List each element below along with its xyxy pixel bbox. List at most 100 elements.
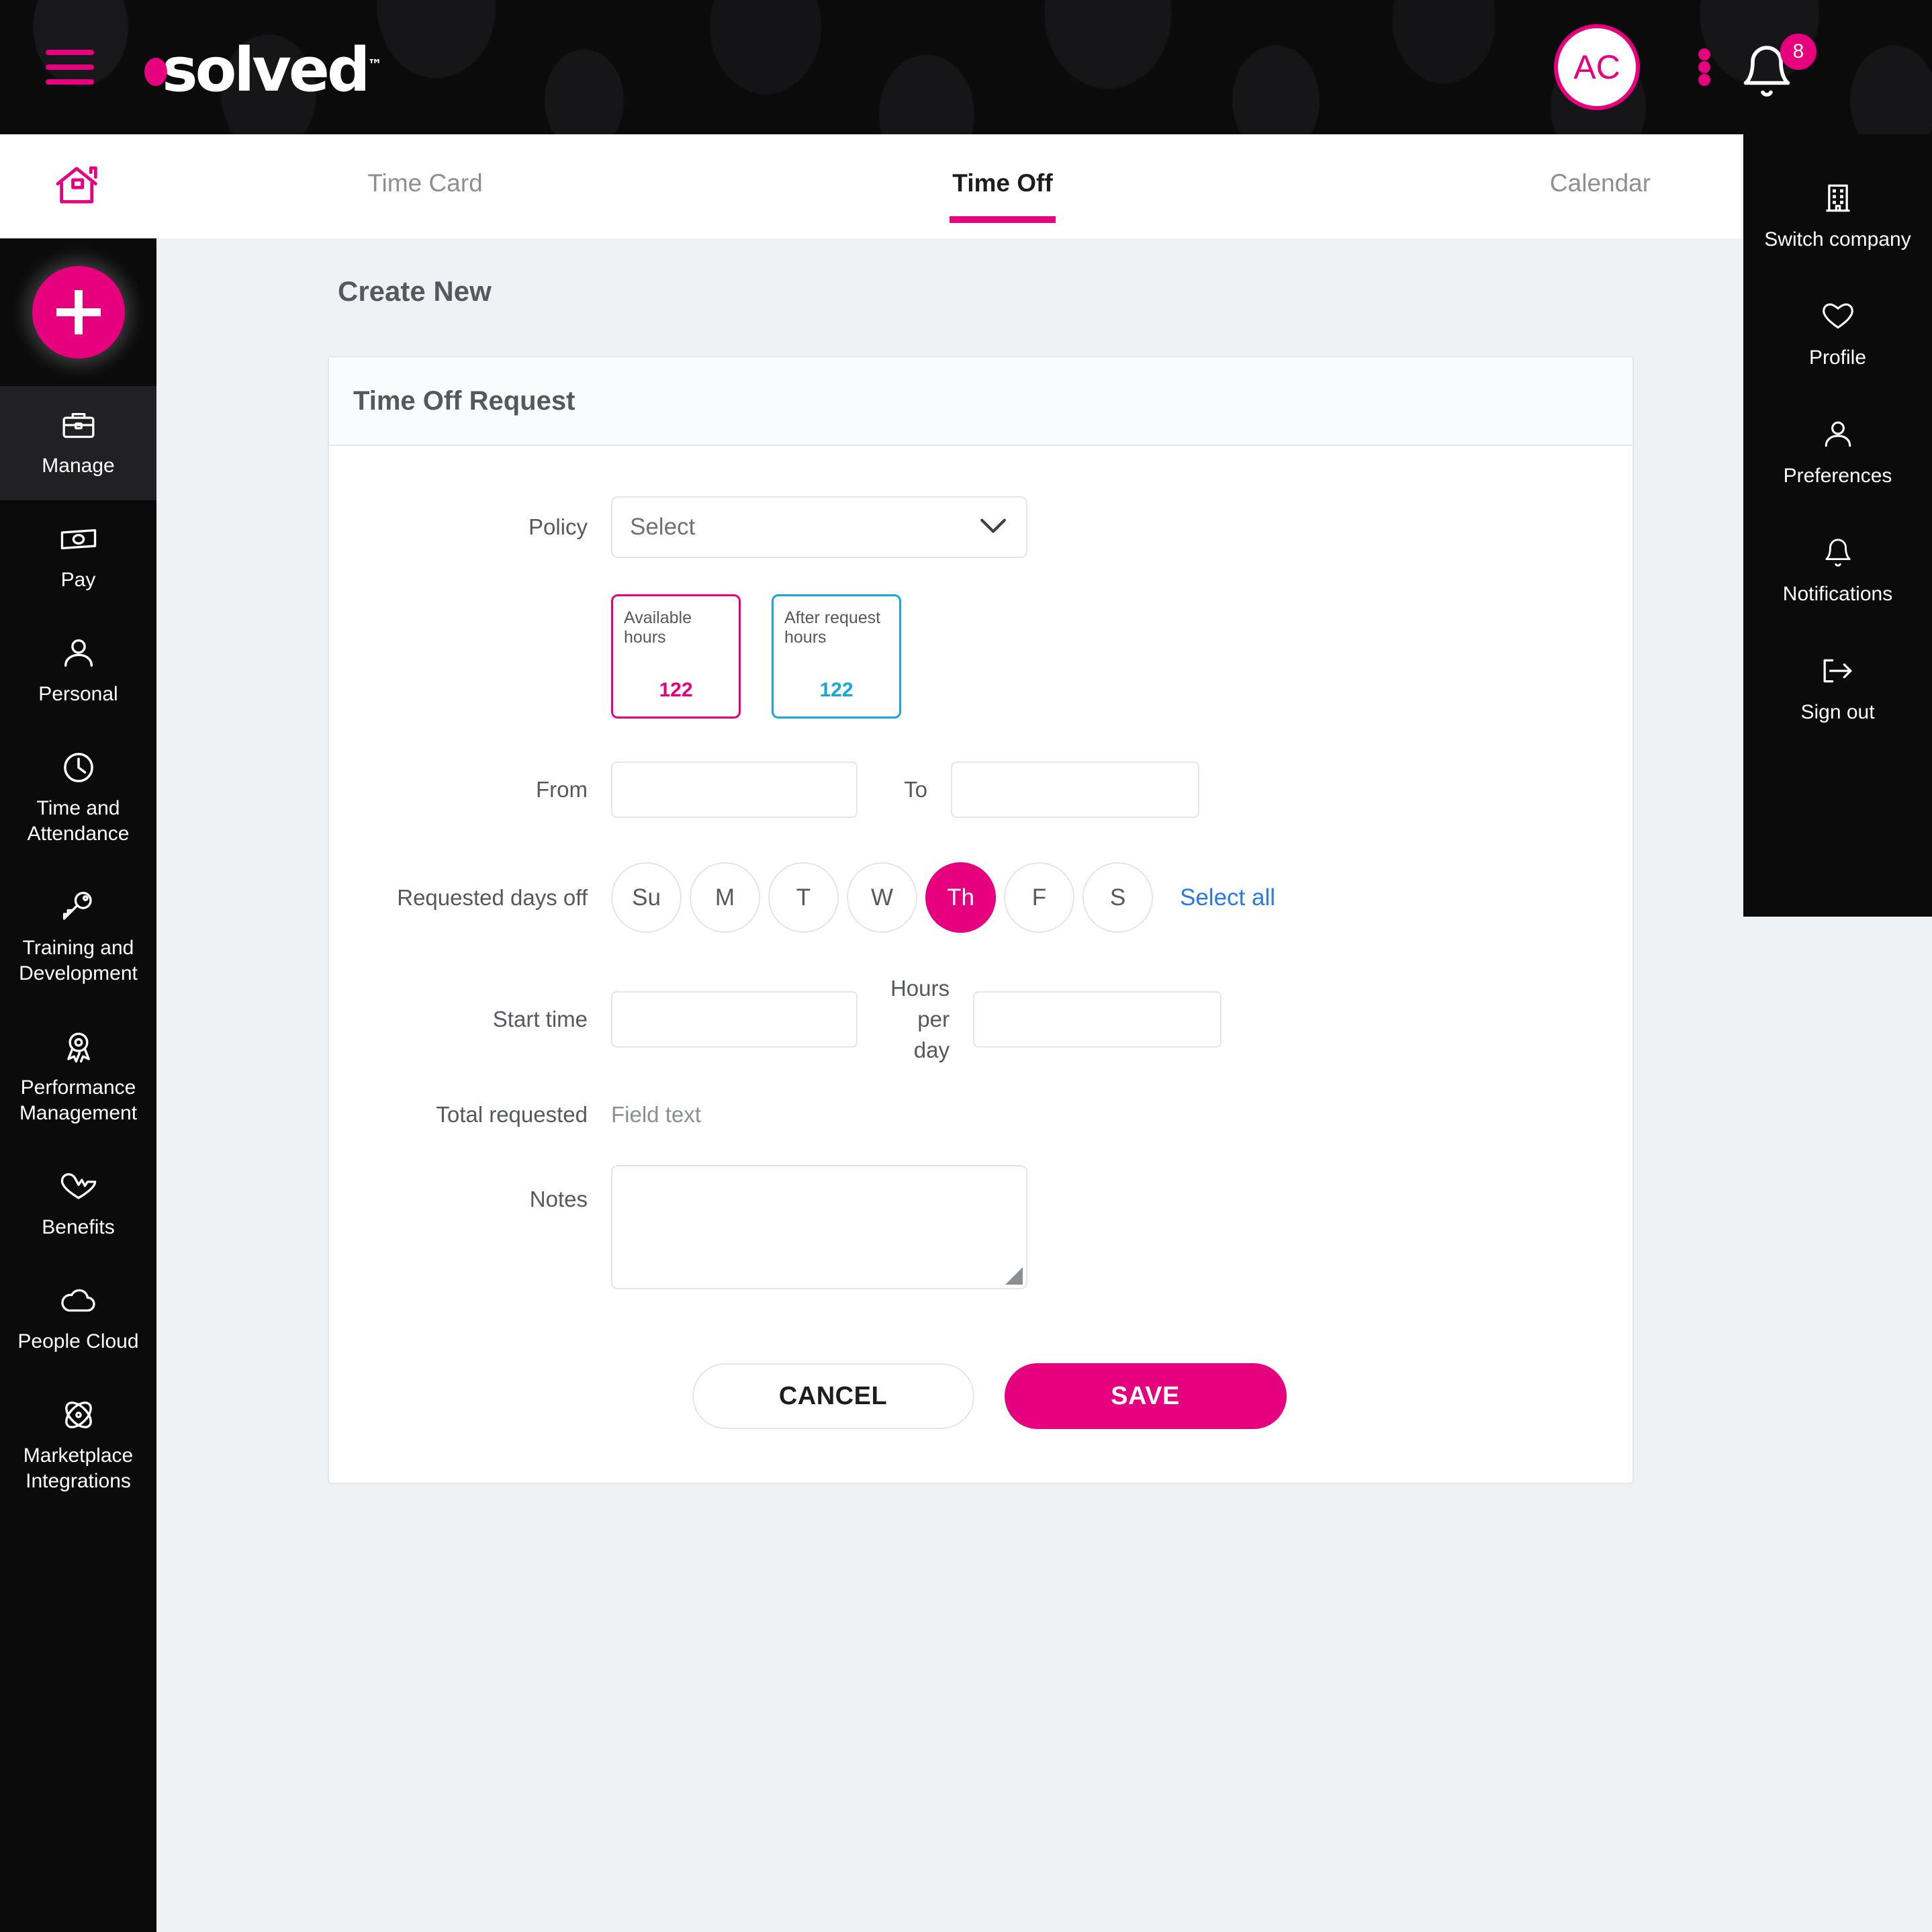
award-ribbon-icon — [60, 1028, 97, 1066]
from-label: From — [536, 777, 588, 802]
menu-item-profile[interactable]: Profile — [1743, 300, 1932, 369]
tab-time-card[interactable]: Time Card — [237, 169, 613, 204]
day-label: F — [1031, 884, 1047, 911]
after-request-hours-label: After request hours — [784, 608, 881, 647]
building-icon — [1823, 181, 1853, 215]
avatar-initials: AC — [1573, 48, 1620, 86]
menu-item-label: Preferences — [1783, 465, 1892, 487]
tab-calendar[interactable]: Calendar — [1412, 169, 1788, 204]
policy-label: Policy — [528, 514, 588, 539]
time-and-hours-row: Start time Hours per day — [329, 973, 1632, 1066]
form-actions: CANCEL SAVE — [329, 1363, 1632, 1429]
sidebar-item-marketplace-integrations[interactable]: Marketplace Integrations — [0, 1376, 156, 1516]
from-date-input[interactable] — [611, 762, 858, 818]
profile-dropdown-menu: Switch company Profile Preferences Notif… — [1743, 134, 1932, 917]
hours-per-day-input[interactable] — [973, 991, 1222, 1048]
sidebar-item-label: Manage — [42, 455, 115, 477]
money-icon — [59, 520, 98, 558]
sidebar-item-time-and-attendance[interactable]: Time and Attendance — [0, 729, 156, 868]
policy-selected-value: Select — [630, 514, 696, 540]
sign-out-icon — [1821, 654, 1855, 688]
policy-select[interactable]: Select — [611, 496, 1027, 558]
key-icon — [60, 888, 97, 926]
notes-label: Notes — [529, 1187, 588, 1211]
more-vertical-icon[interactable] — [1698, 48, 1710, 86]
bell-icon[interactable]: 8 — [1739, 34, 1816, 99]
app-root: solved™ AC 8 Manage Pay Personal Time an… — [0, 0, 1932, 1932]
day-toggle-m[interactable]: M — [690, 862, 760, 933]
tab-bar: Time Card Time Off Calendar — [156, 134, 1932, 238]
sidebar-add-section — [0, 238, 156, 386]
logo-wordmark: solved — [162, 35, 370, 105]
page-title: Create New — [338, 275, 492, 307]
save-button[interactable]: SAVE — [1004, 1363, 1287, 1429]
day-toggle-f[interactable]: F — [1004, 862, 1074, 933]
start-time-input[interactable] — [611, 991, 858, 1048]
hamburger-menu-icon[interactable] — [46, 50, 94, 85]
day-label: Su — [632, 884, 661, 911]
sidebar-home-button[interactable] — [0, 134, 156, 238]
tab-label: Calendar — [1549, 169, 1651, 197]
add-button[interactable] — [32, 266, 125, 359]
sidebar-item-benefits[interactable]: Benefits — [0, 1148, 156, 1262]
notification-badge: 8 — [1780, 34, 1816, 70]
logo-text: solved™ — [162, 34, 382, 105]
sidebar-item-manage[interactable]: Manage — [0, 386, 156, 500]
day-label: S — [1109, 884, 1126, 911]
atom-icon — [60, 1396, 97, 1434]
menu-item-label: Profile — [1808, 347, 1867, 369]
sidebar-item-personal[interactable]: Personal — [0, 614, 156, 729]
cancel-button[interactable]: CANCEL — [692, 1363, 974, 1429]
isolved-logo[interactable]: solved™ — [144, 34, 382, 105]
sidebar-item-label: Training and Development — [19, 937, 138, 984]
menu-item-sign-out[interactable]: Sign out — [1743, 654, 1932, 724]
resize-handle-icon[interactable] — [1005, 1267, 1023, 1285]
total-requested-value: Field text — [611, 1102, 701, 1127]
policy-row: Policy Select — [329, 496, 1632, 558]
to-label: To — [904, 777, 927, 802]
sidebar-item-pay[interactable]: Pay — [0, 500, 156, 614]
top-header: solved™ AC 8 — [0, 0, 1932, 134]
bell-icon — [1823, 536, 1853, 569]
notes-textarea[interactable] — [612, 1166, 1026, 1288]
menu-item-label: Sign out — [1800, 701, 1875, 723]
sidebar-item-performance-management[interactable]: Performance Management — [0, 1008, 156, 1148]
day-label: T — [796, 884, 811, 911]
total-requested-row: Total requested Field text — [329, 1099, 1632, 1130]
day-toggle-su[interactable]: Su — [611, 862, 682, 933]
day-label: M — [715, 884, 735, 911]
briefcase-icon — [60, 406, 97, 444]
avatar[interactable]: AC — [1554, 24, 1640, 110]
after-request-hours-value: 122 — [819, 679, 854, 701]
sidebar-item-label: Pay — [60, 569, 96, 591]
day-toggle-s[interactable]: S — [1083, 862, 1153, 933]
day-toggle-th[interactable]: Th — [925, 862, 996, 933]
tab-time-off[interactable]: Time Off — [815, 169, 1191, 223]
heartbeat-icon — [59, 1168, 98, 1205]
main-content: Create New Time Off Request Policy Selec… — [156, 238, 1932, 1932]
total-requested-label: Total requested — [436, 1102, 588, 1127]
hours-per-day-label: Hours per day — [890, 976, 950, 1062]
sidebar-item-label: Performance Management — [19, 1076, 138, 1124]
chevron-down-icon — [979, 517, 1007, 538]
menu-item-preferences[interactable]: Preferences — [1743, 418, 1932, 488]
menu-item-switch-company[interactable]: Switch company — [1743, 181, 1932, 251]
day-toggle-w[interactable]: W — [847, 862, 917, 933]
hours-stats-row: Available hours 122 After request hours … — [329, 594, 1632, 719]
select-all-days-link[interactable]: Select all — [1180, 884, 1275, 911]
sidebar: Manage Pay Personal Time and Attendance … — [0, 134, 156, 1932]
menu-item-label: Notifications — [1782, 583, 1893, 605]
person-icon — [62, 635, 95, 672]
person-icon — [1823, 418, 1853, 451]
sidebar-item-label: Benefits — [42, 1216, 115, 1238]
menu-item-notifications[interactable]: Notifications — [1743, 536, 1932, 606]
sidebar-item-training-and-development[interactable]: Training and Development — [0, 868, 156, 1008]
notes-row: Notes — [329, 1165, 1632, 1289]
to-date-input[interactable] — [951, 762, 1199, 818]
day-label: W — [870, 884, 894, 911]
day-toggle-t[interactable]: T — [768, 862, 839, 933]
cloud-icon — [59, 1282, 98, 1320]
sidebar-item-people-cloud[interactable]: People Cloud — [0, 1262, 156, 1376]
requested-days-off-row: Requested days off Su M T W Th F S Selec… — [329, 862, 1632, 933]
available-hours-label: Available hours — [624, 608, 692, 647]
